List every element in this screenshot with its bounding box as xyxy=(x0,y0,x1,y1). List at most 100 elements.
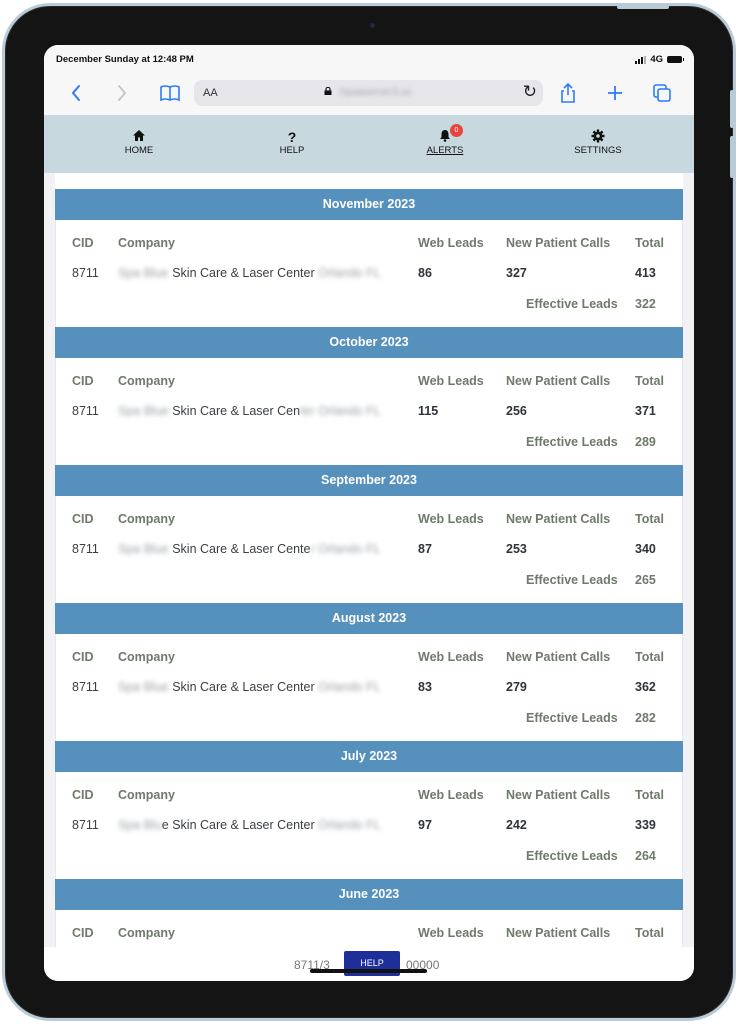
nav-settings[interactable]: SETTINGS xyxy=(553,129,643,156)
effective-leads-label: Effective Leads xyxy=(526,435,618,449)
col-header-total: Total xyxy=(635,374,664,388)
front-camera xyxy=(370,23,375,28)
col-header-new-patient-calls: New Patient Calls xyxy=(506,926,611,940)
nav-alerts[interactable]: 0 ALERTS xyxy=(400,124,490,156)
col-header-company: Company xyxy=(118,926,175,940)
leads-report: November 2023 CID Company Web Leads New … xyxy=(55,173,683,947)
month-header: August 2023 xyxy=(55,603,683,634)
col-header-web-leads: Web Leads xyxy=(418,788,484,802)
home-indicator[interactable] xyxy=(310,969,427,973)
new-patient-calls-value: 242 xyxy=(506,818,527,832)
nav-home[interactable]: HOME xyxy=(94,129,184,156)
company-name: Spa Blue Skin Care & Laser Center Orland… xyxy=(118,542,381,556)
col-header-company: Company xyxy=(118,236,175,250)
month-table: CID Company Web Leads New Patient Calls … xyxy=(55,772,683,879)
cid-value: 8711 xyxy=(72,680,99,694)
month-table: CID Company Web Leads New Patient Calls … xyxy=(55,910,683,947)
total-value: 413 xyxy=(635,266,656,280)
cid-value: 8711 xyxy=(72,818,99,832)
col-header-total: Total xyxy=(635,788,664,802)
web-leads-value: 115 xyxy=(418,404,439,418)
cid-value: 8711 xyxy=(72,404,99,418)
new-patient-calls-value: 279 xyxy=(506,680,527,694)
col-header-total: Total xyxy=(635,512,664,526)
alerts-count-badge: 0 xyxy=(450,124,463,137)
book-icon[interactable] xyxy=(158,81,182,105)
col-header-cid: CID xyxy=(72,236,94,250)
volume-up-button xyxy=(730,90,734,128)
effective-leads-value: 265 xyxy=(635,573,656,587)
month-section: October 2023 CID Company Web Leads New P… xyxy=(55,327,683,465)
effective-leads-value: 289 xyxy=(635,435,656,449)
col-header-web-leads: Web Leads xyxy=(418,374,484,388)
col-header-company: Company xyxy=(118,374,175,388)
col-header-web-leads: Web Leads xyxy=(418,512,484,526)
month-section: July 2023 CID Company Web Leads New Pati… xyxy=(55,741,683,879)
gear-icon xyxy=(553,129,643,145)
page-footer: 8711/3 HELP 00000 xyxy=(44,947,694,981)
url-text: hipaaserver3.us xyxy=(340,87,412,98)
col-header-cid: CID xyxy=(72,650,94,664)
plus-icon[interactable] xyxy=(603,81,627,105)
web-leads-value: 86 xyxy=(418,266,432,280)
col-header-total: Total xyxy=(635,236,664,250)
text-size-button[interactable]: AA xyxy=(203,87,218,99)
share-icon[interactable] xyxy=(556,81,580,105)
month-header: July 2023 xyxy=(55,741,683,772)
month-header: October 2023 xyxy=(55,327,683,358)
month-table: CID Company Web Leads New Patient Calls … xyxy=(55,496,683,603)
status-time: December Sunday at 12:48 PM xyxy=(56,54,194,65)
col-header-total: Total xyxy=(635,650,664,664)
month-header: June 2023 xyxy=(55,879,683,910)
address-bar[interactable]: AA hipaaserver3.us ↻ xyxy=(194,80,543,106)
power-button xyxy=(617,5,669,9)
web-leads-value: 87 xyxy=(418,542,432,556)
status-bar: December Sunday at 12:48 PM 4G xyxy=(44,45,694,71)
nav-help[interactable]: ? HELP xyxy=(247,129,337,156)
effective-leads-label: Effective Leads xyxy=(526,711,618,725)
col-header-new-patient-calls: New Patient Calls xyxy=(506,374,611,388)
battery-icon xyxy=(667,56,684,63)
effective-leads-value: 264 xyxy=(635,849,656,863)
web-leads-value: 97 xyxy=(418,818,432,832)
month-section: August 2023 CID Company Web Leads New Pa… xyxy=(55,603,683,741)
col-header-cid: CID xyxy=(72,788,94,802)
question-icon: ? xyxy=(287,129,297,145)
total-value: 339 xyxy=(635,818,656,832)
screen: December Sunday at 12:48 PM 4G AA hipaas… xyxy=(44,45,694,981)
company-name: Spa Blue Skin Care & Laser Center Orland… xyxy=(118,818,381,832)
month-section: November 2023 CID Company Web Leads New … xyxy=(55,189,683,327)
col-header-company: Company xyxy=(118,650,175,664)
col-header-company: Company xyxy=(118,512,175,526)
signal-icon xyxy=(635,55,647,64)
col-header-total: Total xyxy=(635,926,664,940)
chevron-right-icon[interactable] xyxy=(110,81,134,105)
effective-leads-label: Effective Leads xyxy=(526,573,618,587)
month-header: September 2023 xyxy=(55,465,683,496)
web-leads-value: 83 xyxy=(418,680,432,694)
col-header-cid: CID xyxy=(72,512,94,526)
reload-icon[interactable]: ↻ xyxy=(523,82,537,102)
chevron-left-icon[interactable] xyxy=(64,81,88,105)
month-table: CID Company Web Leads New Patient Calls … xyxy=(55,220,683,327)
total-value: 362 xyxy=(635,680,656,694)
month-section: September 2023 CID Company Web Leads New… xyxy=(55,465,683,603)
new-patient-calls-value: 256 xyxy=(506,404,527,418)
cid-value: 8711 xyxy=(72,266,99,280)
col-header-new-patient-calls: New Patient Calls xyxy=(506,788,611,802)
company-name: Spa Blue Skin Care & Laser Center Orland… xyxy=(118,404,381,418)
col-header-web-leads: Web Leads xyxy=(418,650,484,664)
tabs-icon[interactable] xyxy=(650,81,674,105)
month-header: November 2023 xyxy=(55,189,683,220)
col-header-new-patient-calls: New Patient Calls xyxy=(506,512,611,526)
network-type: 4G xyxy=(650,54,663,65)
month-table: CID Company Web Leads New Patient Calls … xyxy=(55,358,683,465)
browser-toolbar: AA hipaaserver3.us ↻ xyxy=(44,71,694,115)
col-header-cid: CID xyxy=(72,926,94,940)
col-header-web-leads: Web Leads xyxy=(418,926,484,940)
effective-leads-value: 282 xyxy=(635,711,656,725)
new-patient-calls-value: 253 xyxy=(506,542,527,556)
volume-down-button xyxy=(730,136,734,178)
total-value: 371 xyxy=(635,404,656,418)
bell-icon: 0 xyxy=(400,124,490,145)
